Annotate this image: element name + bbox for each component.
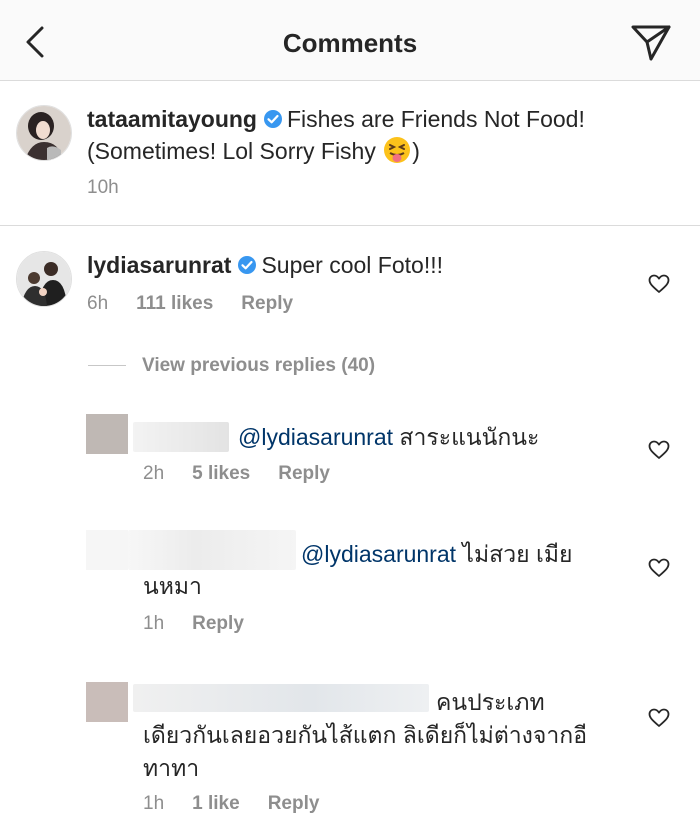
reply-meta: 2h 5 likes Reply [143, 463, 358, 485]
reply-likes[interactable]: 5 likes [192, 463, 250, 484]
reply-text-line3: ทาทา [143, 755, 200, 781]
heart-icon[interactable] [648, 274, 670, 294]
reply-button[interactable]: Reply [278, 463, 330, 484]
reply-body: สาระแนนักนะ [399, 424, 540, 450]
reply-text-line2: นหมา [143, 573, 202, 599]
comment-meta: 6h 111 likes Reply [87, 293, 321, 315]
comment-text: lydiasarunrat Super cool Foto!!! [87, 249, 443, 281]
reply-text: @lydiasarunrat ไม่สวย เมีย [301, 538, 572, 570]
send-icon[interactable] [630, 22, 672, 62]
caption-line2: (Sometimes! Lol Sorry Fishy [87, 138, 376, 164]
tongue-wink-emoji-icon [384, 137, 411, 163]
caption-text: tataamitayoung Fishes are Friends Not Foo… [87, 103, 647, 167]
reply-button[interactable]: Reply [268, 793, 320, 814]
heart-icon[interactable] [648, 558, 670, 578]
avatar[interactable] [16, 251, 72, 307]
comment-likes[interactable]: 111 likes [136, 293, 213, 314]
caption-meta: 10h [87, 177, 147, 199]
reply-meta: 1h 1 like Reply [143, 793, 347, 815]
mention-link[interactable]: @lydiasarunrat [301, 541, 456, 567]
view-previous-replies[interactable]: View previous replies (40) [88, 355, 375, 377]
verified-badge-icon [263, 110, 282, 128]
blurred-username [133, 422, 229, 452]
reply-time: 1h [143, 793, 165, 814]
caption-time: 10h [87, 177, 119, 198]
comment-time: 6h [87, 293, 109, 314]
caption-end: ) [412, 138, 420, 164]
caption-username[interactable]: tataamitayoung [87, 106, 257, 132]
post-caption: tataamitayoung Fishes are Friends Not Foo… [0, 81, 700, 226]
divider-line [88, 365, 126, 367]
avatar[interactable] [16, 105, 72, 161]
comment-body: Super cool Foto!!! [261, 252, 443, 278]
blurred-avatar [86, 530, 128, 570]
reply-button[interactable]: Reply [192, 613, 244, 634]
page-title: Comments [282, 28, 418, 58]
reply-likes[interactable]: 1 like [192, 793, 240, 814]
comment-username[interactable]: lydiasarunrat [87, 252, 231, 278]
heart-icon[interactable] [648, 440, 670, 460]
view-previous-label: View previous replies (40) [142, 355, 376, 376]
blurred-avatar [86, 414, 128, 454]
reply-button[interactable]: Reply [241, 293, 293, 314]
mention-link[interactable]: @lydiasarunrat [238, 424, 393, 450]
reply-text: @lydiasarunrat สาระแนนักนะ [238, 421, 539, 453]
reply-body: คนประเภท [436, 689, 545, 715]
blurred-username [128, 530, 296, 570]
blurred-username [133, 684, 429, 712]
verified-badge-icon [238, 256, 257, 274]
heart-icon[interactable] [648, 708, 670, 728]
blurred-avatar [86, 682, 128, 722]
reply-meta: 1h Reply [143, 613, 272, 635]
caption-line1: Fishes are Friends Not Food! [286, 106, 585, 132]
reply-time: 1h [143, 613, 165, 634]
reply-time: 2h [143, 463, 165, 484]
top-bar: Comments [0, 0, 700, 81]
reply-text-line2: เดียวกันเลยอวยกันไส้แตก ลิเดียก็ไม่ต่างจ… [143, 722, 588, 748]
reply-body: ไม่สวย เมีย [462, 541, 573, 567]
